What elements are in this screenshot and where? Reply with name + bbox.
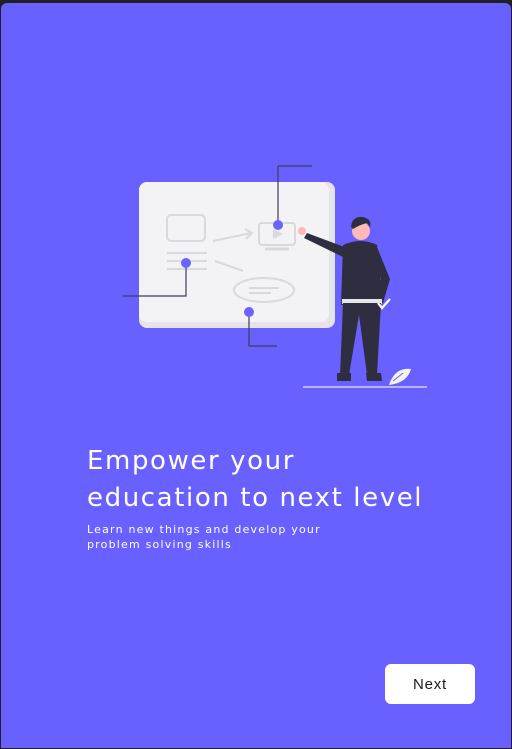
- onboarding-screen: Empower your education to next level Lea…: [1, 3, 511, 748]
- title-line-2: education to next level: [87, 483, 424, 513]
- subtitle-line-2: problem solving skills: [87, 538, 232, 551]
- title-line-1: Empower your: [87, 446, 296, 476]
- subtitle-line-1: Learn new things and develop your: [87, 523, 321, 536]
- subtitle: Learn new things and develop your proble…: [87, 522, 347, 552]
- next-button[interactable]: Next: [385, 664, 475, 704]
- page-title: Empower your education to next level: [87, 443, 467, 517]
- whiteboard-illustration: [123, 165, 427, 388]
